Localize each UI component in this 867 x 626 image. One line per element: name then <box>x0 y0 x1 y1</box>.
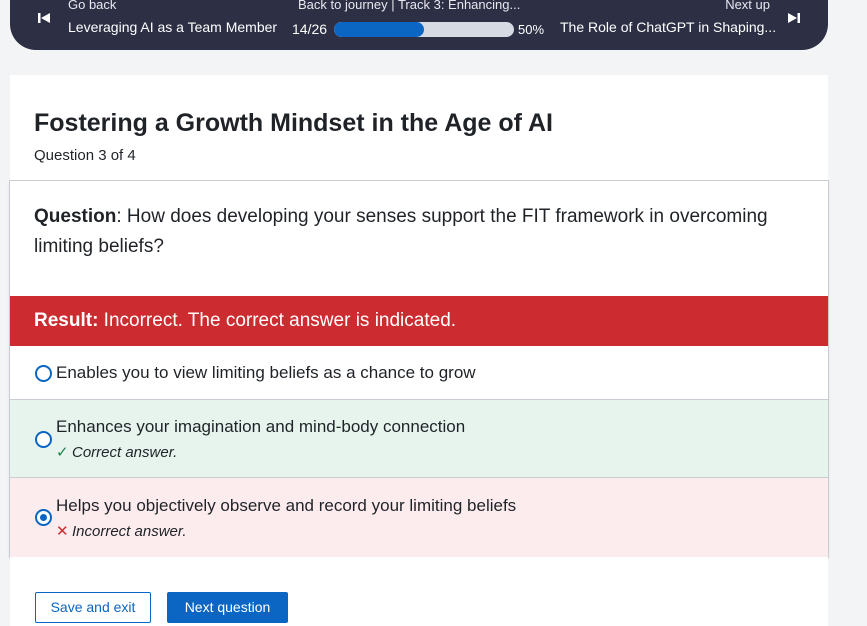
answer-option[interactable]: Enables you to view limiting beliefs as … <box>10 346 828 400</box>
quiz-header: Fostering a Growth Mindset in the Age of… <box>10 75 828 181</box>
skip-next-icon[interactable] <box>786 10 802 26</box>
question-card: Question: How does developing your sense… <box>10 181 828 557</box>
course-nav-bar: Go back Leveraging AI as a Team Member B… <box>10 0 828 50</box>
progress-bar-fill <box>334 22 424 37</box>
next-up-label[interactable]: Next up <box>725 0 770 12</box>
result-message: Incorrect. The correct answer is indicat… <box>98 310 457 331</box>
back-to-journey-link[interactable]: Back to journey | Track 3: Enhancing... <box>298 0 520 12</box>
checkmark-icon: ✓ <box>56 444 69 461</box>
page-title: Fostering a Growth Mindset in the Age of… <box>34 109 553 137</box>
answer-option-correct[interactable]: Enhances your imagination and mind-body … <box>10 400 828 478</box>
option-label: Helps you objectively observe and record… <box>56 496 517 515</box>
cross-icon: ✕ <box>56 523 69 540</box>
question-prefix: Question <box>34 206 117 227</box>
progress-bar <box>334 22 514 37</box>
question-text: Question: How does developing your sense… <box>34 202 814 262</box>
feedback-text: Correct answer. <box>72 444 178 461</box>
incorrect-feedback: ✕ Incorrect answer. <box>56 523 187 541</box>
go-back-link[interactable]: Go back <box>68 0 116 12</box>
radio-button[interactable] <box>35 431 52 448</box>
option-label: Enables you to view limiting beliefs as … <box>56 363 476 382</box>
next-item-title[interactable]: The Role of ChatGPT in Shaping... <box>560 19 776 35</box>
question-counter: Question 3 of 4 <box>34 147 136 164</box>
skip-previous-icon[interactable] <box>36 10 52 26</box>
answer-option-incorrect[interactable]: Helps you objectively observe and record… <box>10 478 828 557</box>
quiz-footer: Save and exit Next question <box>10 557 828 626</box>
next-question-button[interactable]: Next question <box>167 592 288 623</box>
previous-item-title[interactable]: Leveraging AI as a Team Member <box>68 19 277 35</box>
correct-feedback: ✓ Correct answer. <box>56 444 177 462</box>
radio-button[interactable] <box>35 365 52 382</box>
save-and-exit-button[interactable]: Save and exit <box>35 592 151 623</box>
feedback-text: Incorrect answer. <box>72 523 187 540</box>
progress-percent: 50% <box>518 22 545 37</box>
option-label: Enhances your imagination and mind-body … <box>56 417 466 436</box>
progress-count: 14/26 <box>292 21 328 37</box>
radio-button-selected[interactable] <box>35 509 52 526</box>
result-prefix: Result: <box>34 310 99 331</box>
result-banner: Result: Incorrect. The correct answer is… <box>10 296 828 346</box>
question-body: : How does developing your senses suppor… <box>34 206 768 257</box>
